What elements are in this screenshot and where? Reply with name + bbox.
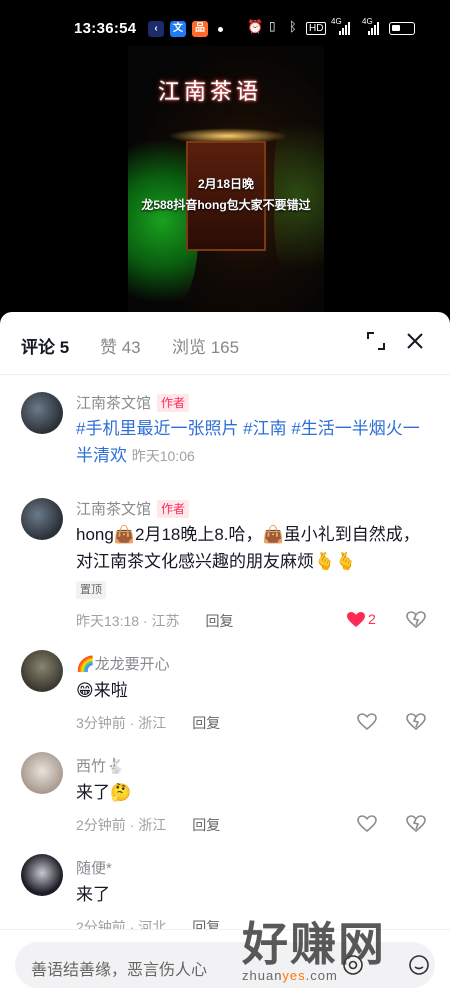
comment-text: 😁来啦 (76, 681, 128, 700)
signal-4g-icon (368, 21, 379, 35)
back-icon: ‹ (148, 21, 164, 37)
video-caption-line2: 龙588抖音hong包大家不要错过 (141, 198, 311, 212)
author-badge: 作者 (157, 500, 190, 518)
comment-text: hong👜2月18晚上8.哈，👜虽小礼到自然成，对江南茶文化感兴趣的朋友麻烦🫰🫰 (76, 525, 420, 571)
avatar[interactable] (21, 498, 63, 540)
comment-input-bar: 善语结善缘，恶言伤人心 (0, 929, 450, 1000)
avatar[interactable] (21, 854, 63, 896)
tab-comments[interactable]: 评论 5 (21, 333, 69, 358)
avatar[interactable] (21, 650, 63, 692)
tab-bar: 评论 5 赞 43 浏览 165 (0, 312, 450, 375)
comment-text: #手机里最近一张照片 #江南 #生活一半烟火一半清欢 昨天10:06 (76, 415, 431, 470)
heart-filled-icon[interactable] (346, 610, 366, 630)
video-player[interactable]: 江南茶语 2月18日晚 龙588抖音hong包大家不要错过 (0, 46, 450, 312)
comment-meta: 昨天13:18 · 江苏 回复 (76, 613, 234, 629)
comment-time: 3分钟前 (76, 715, 126, 731)
comment-input-placeholder: 善语结善缘，恶言伤人心 (31, 962, 208, 979)
comment-location: 浙江 (138, 817, 167, 833)
signal-4g-icon (339, 21, 350, 35)
comment-user-name[interactable]: 江南茶文馆 (76, 395, 151, 412)
comment-user-name[interactable]: 随便* (76, 857, 112, 878)
comment-location: 浙江 (138, 715, 167, 731)
expand-icon[interactable] (365, 330, 387, 352)
comment-panel: 评论 5 赞 43 浏览 165 江南茶文馆 作者 #手机里最近一张照片 #江南 … (0, 312, 450, 1000)
tab-likes[interactable]: 赞 43 (100, 333, 141, 358)
video-sign: 江南茶语 (158, 80, 263, 105)
comment-text: 来了🤔 (76, 783, 132, 802)
comment-user[interactable]: 江南茶文馆 作者 (76, 392, 190, 413)
status-time: 13:36:54 (74, 20, 137, 37)
tab-views[interactable]: 浏览 165 (172, 333, 239, 358)
bluetooth-icon: ᛒ (289, 19, 297, 34)
comment-meta: 2分钟前 · 浙江 回复 (76, 817, 221, 833)
avatar[interactable] (21, 752, 63, 794)
notification-dot-icon (218, 27, 223, 32)
alarm-icon: ⏰ (247, 19, 264, 34)
translate-icon: 文 (170, 21, 186, 37)
close-icon[interactable] (404, 330, 426, 352)
heart-outline-icon[interactable] (357, 712, 377, 732)
reply-button[interactable]: 回复 (192, 715, 220, 731)
comment-hashtags[interactable]: #手机里最近一张照片 #江南 #生活一半烟火一半清欢 (76, 419, 420, 465)
comment-time: 昨天13:18 (76, 613, 140, 629)
battery-icon (389, 22, 415, 35)
author-badge: 作者 (157, 394, 190, 412)
shop-icon: 品 (192, 21, 208, 37)
status-bar: 13:36:54 ‹ 文 品 ⏰ ▯ ᛒ HD 4G 4G (0, 0, 450, 46)
video-caption: 2月18日晚 龙588抖音hong包大家不要错过 (128, 174, 324, 216)
comment-user-name[interactable]: 西竹🐇 (76, 755, 125, 776)
comment-location: 江苏 (151, 613, 180, 629)
heart-outline-icon[interactable] (357, 814, 377, 834)
comment-input[interactable]: 善语结善缘，恶言伤人心 (15, 942, 435, 988)
avatar[interactable] (21, 392, 63, 434)
comment-time: 2分钟前 (76, 817, 126, 833)
hd-icon: HD (306, 22, 327, 35)
video-caption-line1: 2月18日晚 (197, 177, 255, 191)
dislike-icon[interactable] (406, 814, 426, 834)
comment-user-name[interactable]: 江南茶文馆 (76, 501, 151, 518)
comment-text: 来了 (76, 885, 110, 904)
pinned-badge: 置顶 (76, 581, 106, 599)
comment-user-name[interactable]: 🌈龙龙要开心 (76, 653, 170, 674)
comment-time: 昨天10:06 (131, 448, 195, 464)
dislike-icon[interactable] (406, 610, 426, 630)
vibrate-icon: ▯ (269, 19, 276, 33)
comment-meta: 3分钟前 · 浙江 回复 (76, 715, 221, 731)
reply-button[interactable]: 回复 (206, 613, 234, 629)
dislike-icon[interactable] (406, 712, 426, 732)
emoji-icon[interactable] (407, 953, 431, 977)
at-mention-icon[interactable] (341, 953, 365, 977)
reply-button[interactable]: 回复 (192, 817, 220, 833)
video-frame[interactable]: 江南茶语 2月18日晚 龙588抖音hong包大家不要错过 (128, 46, 324, 312)
comment-user[interactable]: 江南茶文馆 作者 (76, 498, 190, 519)
